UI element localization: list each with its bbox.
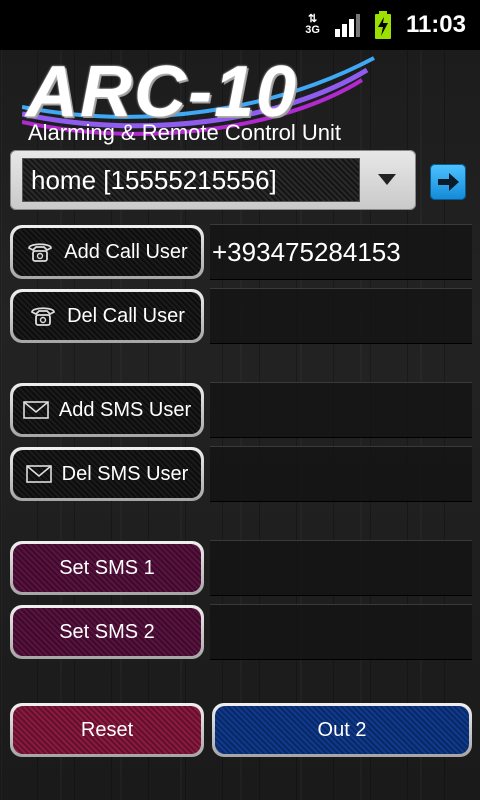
- app-logo: ARC-10 Alarming & Remote Control Unit: [22, 52, 382, 147]
- out-2-label: Out 2: [317, 718, 367, 741]
- contact-selector-field: home [15555215556]: [22, 158, 360, 202]
- set-sms-1-button[interactable]: Set SMS 1: [10, 541, 204, 595]
- contact-selector[interactable]: home [15555215556]: [10, 150, 416, 210]
- del-sms-user-label: Del SMS User: [61, 462, 189, 485]
- telephone-icon: [29, 305, 57, 327]
- battery-charging-icon: [374, 11, 392, 39]
- contact-selector-value: home [15555215556]: [31, 164, 277, 195]
- del-call-user-label: Del Call User: [67, 304, 185, 327]
- chevron-down-icon: [378, 174, 396, 185]
- set-sms-2-field[interactable]: [210, 604, 472, 660]
- del-sms-user-input[interactable]: [210, 458, 472, 490]
- set-sms-1-field[interactable]: [210, 540, 472, 596]
- add-sms-user-input[interactable]: [210, 394, 472, 426]
- network-type-label: 3G: [305, 24, 320, 36]
- add-call-user-field[interactable]: [210, 224, 472, 280]
- set-sms-2-input[interactable]: [210, 616, 472, 648]
- set-sms-2-button[interactable]: Set SMS 2: [10, 605, 204, 659]
- del-sms-user-button[interactable]: Del SMS User: [10, 447, 204, 501]
- envelope-icon: [23, 400, 49, 420]
- telephone-icon: [26, 241, 54, 263]
- add-sms-user-label: Add SMS User: [58, 398, 192, 421]
- go-button[interactable]: [430, 164, 466, 200]
- network-type-icon: ⇅ 3G: [305, 13, 320, 36]
- envelope-icon: [25, 464, 52, 484]
- status-bar: ⇅ 3G 11:03: [0, 0, 480, 50]
- set-sms-1-label: Set SMS 1: [59, 556, 155, 579]
- arrow-right-icon: [438, 173, 459, 191]
- app-subtitle: Alarming & Remote Control Unit: [28, 120, 342, 145]
- set-sms-2-label: Set SMS 2: [59, 620, 155, 643]
- del-call-user-input[interactable]: [210, 300, 472, 332]
- reset-label: Reset: [80, 718, 134, 741]
- add-call-user-label: Add Call User: [64, 240, 188, 263]
- reset-button[interactable]: Reset: [10, 703, 204, 757]
- add-call-user-button[interactable]: Add Call User: [10, 225, 204, 279]
- clock: 11:03: [405, 11, 466, 38]
- del-sms-user-field[interactable]: [210, 446, 472, 502]
- del-call-user-button[interactable]: Del Call User: [10, 289, 204, 343]
- out-2-button[interactable]: Out 2: [212, 703, 472, 757]
- add-call-user-input[interactable]: [210, 236, 472, 268]
- set-sms-1-input[interactable]: [210, 552, 472, 584]
- add-sms-user-button[interactable]: Add SMS User: [10, 383, 204, 437]
- del-call-user-field[interactable]: [210, 288, 472, 344]
- add-sms-user-field[interactable]: [210, 382, 472, 438]
- signal-strength-icon: [334, 11, 360, 39]
